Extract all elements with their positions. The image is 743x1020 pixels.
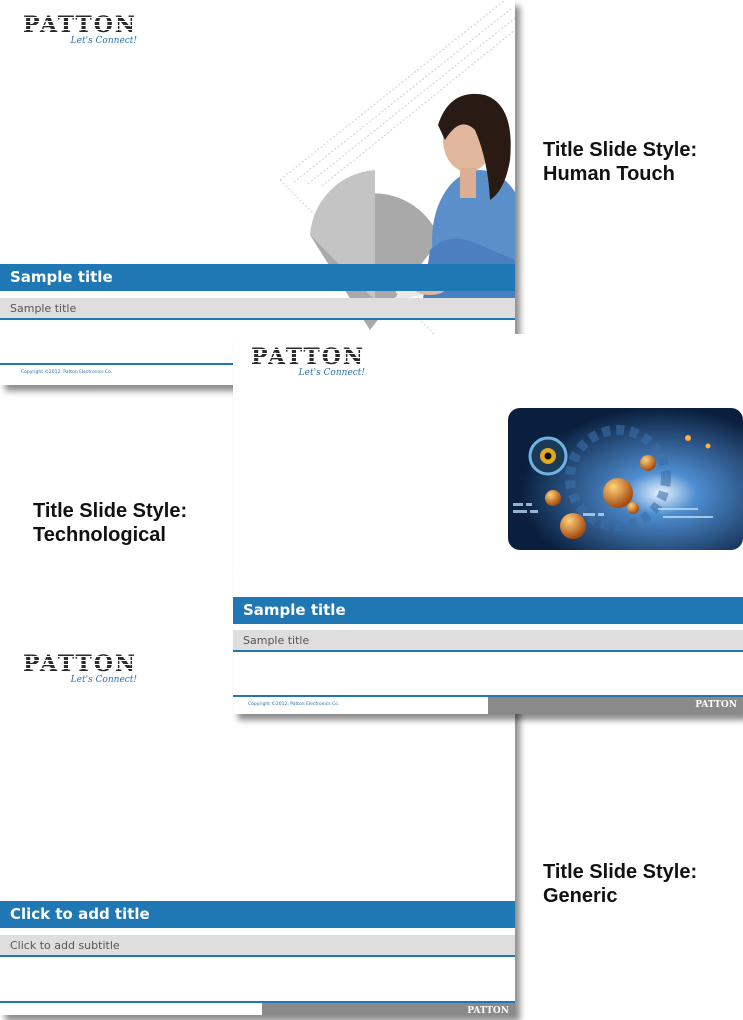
slide-subtitle-bar[interactable]: Click to add subtitle xyxy=(0,935,515,957)
footer-bar: PATTON xyxy=(262,1003,515,1015)
patton-logo: PATTON Let's Connect! xyxy=(23,653,137,685)
style-label-human-touch: Title Slide Style: Human Touch xyxy=(543,139,698,185)
footer-logo: PATTON xyxy=(695,700,737,710)
slide-title-bar[interactable]: Click to add title xyxy=(0,901,515,928)
footer-bar: PATTON xyxy=(488,697,743,714)
patton-logo: PATTON Let's Connect! xyxy=(23,14,137,46)
patton-logo: PATTON Let's Connect! xyxy=(251,346,365,378)
slide-subtitle-bar[interactable]: Sample title xyxy=(233,630,743,652)
logo-wordmark: PATTON xyxy=(23,651,138,677)
footer-logo: PATTON xyxy=(467,1006,509,1015)
slide-technological: PATTON Let's Connect! Sample title Sampl… xyxy=(233,334,743,714)
copyright-text: Copyright ©2012, Patton Electronics Co. xyxy=(21,370,113,375)
logo-wordmark: PATTON xyxy=(23,12,138,38)
logo-wordmark: PATTON xyxy=(251,344,366,370)
style-label-generic: Title Slide Style: Generic xyxy=(543,861,698,907)
copyright-text: Copyright ©2012, Patton Electronics Co. xyxy=(248,702,340,707)
style-label-technological: Title Slide Style: Technological xyxy=(33,500,188,546)
tech-eye-gears-image xyxy=(508,408,743,550)
slide-title-bar[interactable]: Sample title xyxy=(233,597,743,624)
slide-subtitle-bar[interactable]: Sample title xyxy=(0,298,515,320)
slide-human-touch: PATTON Let's Connect! Sample title Sampl… xyxy=(0,0,515,385)
slide-title-bar[interactable]: Sample title xyxy=(0,264,515,291)
